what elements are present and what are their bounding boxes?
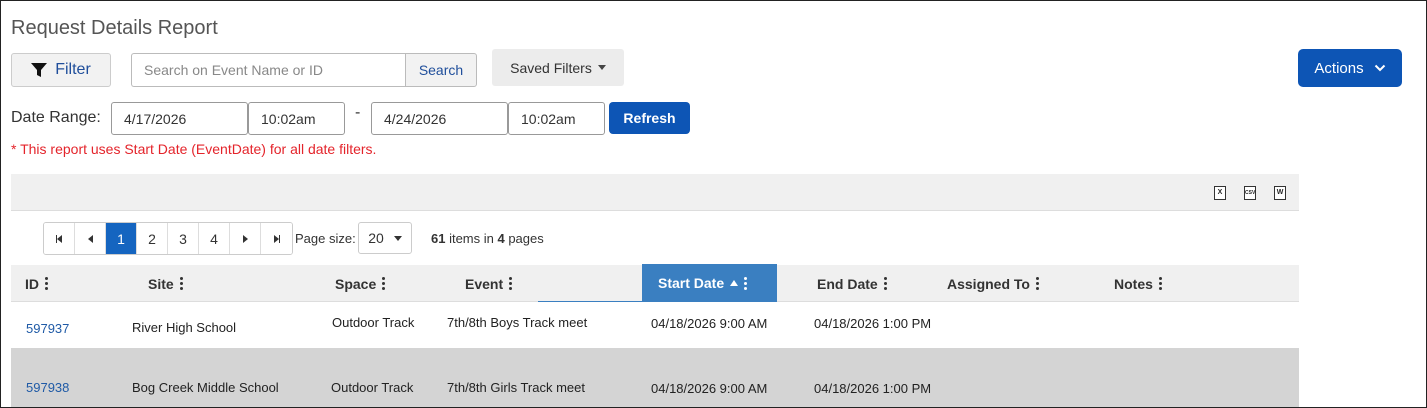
filter-button-label: Filter xyxy=(55,61,91,78)
table-header: ID Site Space Event Start Date End Date … xyxy=(11,264,1299,303)
page-button-2[interactable]: 2 xyxy=(137,223,168,254)
next-page-icon xyxy=(242,234,248,243)
next-page-button[interactable] xyxy=(230,223,261,254)
grid-toolbar: X CSV W xyxy=(11,174,1299,211)
word-export-icon[interactable]: W xyxy=(1274,186,1286,200)
table-row[interactable]: 597938 Bog Creek Middle School Outdoor T… xyxy=(11,348,1299,407)
column-menu-icon[interactable] xyxy=(45,277,48,290)
sort-ascending-icon xyxy=(730,280,739,286)
table-row[interactable]: 597937 River High School Outdoor Track 7… xyxy=(11,302,1299,348)
search-input[interactable] xyxy=(131,53,405,87)
column-header-event[interactable]: Event xyxy=(465,265,513,302)
filter-button[interactable]: Filter xyxy=(11,53,111,87)
column-header-notes[interactable]: Notes xyxy=(1114,265,1162,302)
pager-area: 1 2 3 4 Page size: 20 61 items in 4 page… xyxy=(11,211,1299,265)
site-cell: Bog Creek Middle School xyxy=(132,380,279,395)
column-menu-icon[interactable] xyxy=(509,277,513,290)
start-date-input[interactable] xyxy=(111,102,248,135)
column-menu-icon[interactable] xyxy=(1158,277,1162,290)
column-header-site[interactable]: Site xyxy=(148,265,183,302)
column-menu-icon[interactable] xyxy=(179,277,183,290)
end-date-input[interactable] xyxy=(371,102,508,135)
actions-button[interactable]: Actions xyxy=(1298,49,1402,87)
column-menu-icon[interactable] xyxy=(382,277,386,290)
event-cell: 7th/8th Girls Track meet xyxy=(447,380,585,395)
chevron-down-icon xyxy=(1374,64,1385,72)
caret-down-icon xyxy=(393,235,402,241)
report-window: Request Details Report Filter Search Sav… xyxy=(0,0,1427,408)
site-cell: River High School xyxy=(132,320,237,335)
refresh-button[interactable]: Refresh xyxy=(609,102,690,134)
start-date-cell: 04/18/2026 9:00 AM xyxy=(651,316,768,331)
page-size-label: Page size: xyxy=(295,231,356,246)
prev-page-button[interactable] xyxy=(75,223,106,254)
page-title: Request Details Report xyxy=(11,17,218,39)
search-group: Search xyxy=(131,53,477,87)
date-filter-note: * This report uses Start Date (EventDate… xyxy=(11,141,377,157)
date-range-label: Date Range: xyxy=(11,109,101,126)
date-range-separator: - xyxy=(355,104,361,121)
pager: 1 2 3 4 xyxy=(43,222,293,255)
end-date-cell: 04/18/2026 1:00 PM xyxy=(814,316,932,331)
page-size-value: 20 xyxy=(368,230,384,246)
page-button-3[interactable]: 3 xyxy=(168,223,199,254)
column-header-assigned-to[interactable]: Assigned To xyxy=(947,265,1039,302)
end-date-cell: 04/18/2026 1:00 PM xyxy=(814,381,932,396)
event-cell: 7th/8th Boys Track meet xyxy=(447,315,588,330)
page-button-1[interactable]: 1 xyxy=(106,223,137,254)
start-date-cell: 04/18/2026 9:00 AM xyxy=(651,381,768,396)
funnel-icon xyxy=(31,63,48,77)
caret-down-icon xyxy=(597,65,606,70)
page-size-select[interactable]: 20 xyxy=(358,222,412,254)
actions-label: Actions xyxy=(1314,59,1364,77)
column-header-start-date[interactable]: Start Date xyxy=(642,264,777,302)
column-menu-icon[interactable] xyxy=(883,277,887,290)
prev-page-icon xyxy=(87,234,93,243)
search-button[interactable]: Search xyxy=(405,53,477,87)
column-header-space[interactable]: Space xyxy=(335,265,386,302)
space-cell: Outdoor Track xyxy=(331,380,414,395)
column-menu-icon[interactable] xyxy=(1035,277,1039,290)
first-page-button[interactable] xyxy=(44,223,75,254)
excel-export-icon[interactable]: X xyxy=(1214,186,1226,200)
end-time-input[interactable] xyxy=(508,102,605,135)
csv-export-icon[interactable]: CSV xyxy=(1244,186,1256,200)
start-time-input[interactable] xyxy=(248,102,345,135)
last-page-button[interactable] xyxy=(261,223,292,254)
items-count: 61 items in 4 pages xyxy=(431,231,544,246)
space-cell: Outdoor Track xyxy=(332,315,415,330)
saved-filters-dropdown[interactable]: Saved Filters xyxy=(492,49,624,86)
saved-filters-label: Saved Filters xyxy=(510,59,592,76)
column-header-end-date[interactable]: End Date xyxy=(817,265,887,302)
page-button-4[interactable]: 4 xyxy=(199,223,230,254)
request-id-link[interactable]: 597938 xyxy=(26,380,69,395)
request-id-link[interactable]: 597937 xyxy=(26,321,69,336)
column-menu-icon[interactable] xyxy=(744,276,748,290)
column-header-id[interactable]: ID xyxy=(25,265,48,302)
